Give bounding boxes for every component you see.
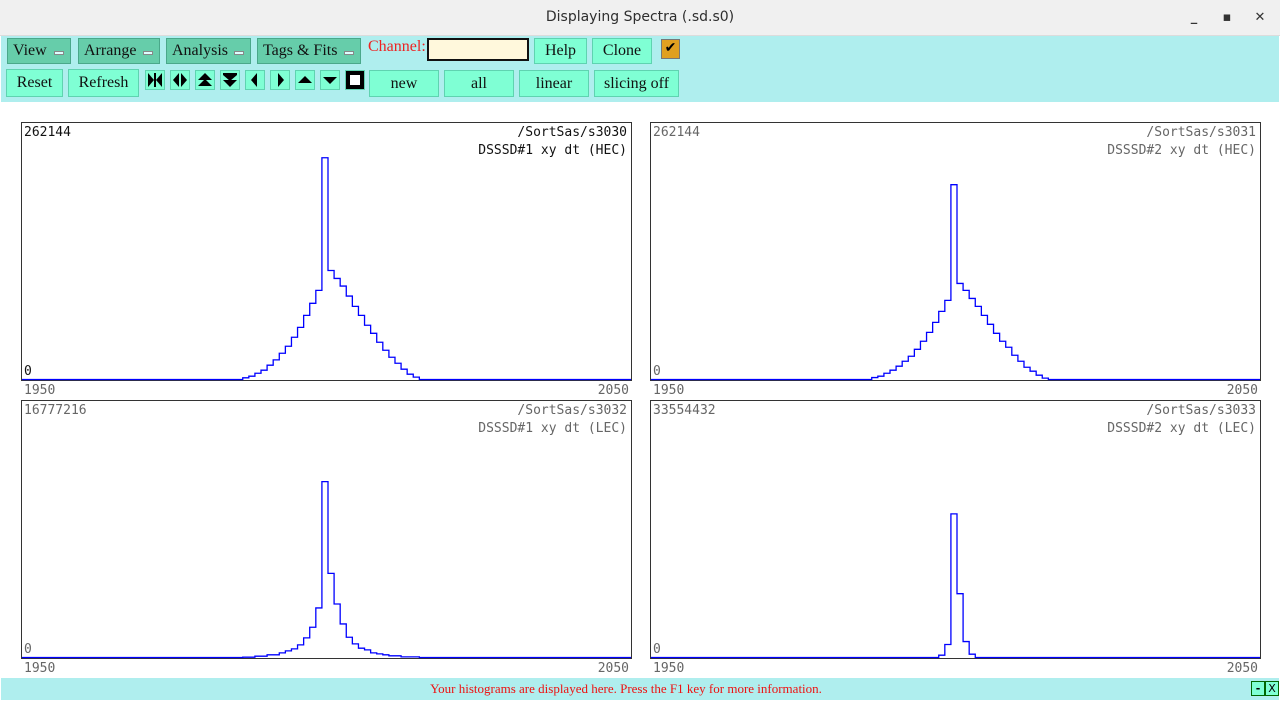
menu-indicator-icon: [143, 51, 153, 55]
scroll-right-icon: [278, 73, 284, 87]
refresh-button[interactable]: Refresh: [68, 69, 139, 97]
scroll-up-button[interactable]: [295, 70, 315, 90]
scroll-right-button[interactable]: [270, 70, 290, 90]
x-tick-label: 1950: [653, 661, 685, 676]
reset-button[interactable]: Reset: [6, 69, 63, 97]
view-menu-label: View: [13, 42, 47, 59]
channel-label: Channel:: [368, 38, 426, 55]
histogram-plot: [651, 184, 1260, 381]
x-tick-label: 1950: [24, 661, 56, 676]
slicing-button[interactable]: slicing off: [594, 70, 679, 97]
shrink-vertical-icon: [223, 73, 237, 87]
channel-input[interactable]: [427, 38, 529, 61]
window-title: Displaying Spectra (.sd.s0): [545, 9, 735, 25]
histogram-series: [651, 184, 1260, 381]
histogram-plot: [22, 157, 631, 381]
analysis-menu[interactable]: Analysis: [166, 38, 251, 64]
maximize-icon[interactable]: ▪: [1217, 8, 1237, 28]
histogram-plot: [651, 513, 1260, 659]
expand-vertical-icon: [198, 73, 212, 86]
title-bar: Displaying Spectra (.sd.s0) _ ▪ ✕: [0, 0, 1280, 36]
toolbar: View Arrange Analysis Tags & Fits Channe…: [1, 36, 1279, 102]
shrink-horizontal-button[interactable]: [170, 70, 190, 90]
shrink-horizontal-icon: [173, 73, 187, 87]
square-button[interactable]: [345, 70, 365, 90]
histogram-series: [22, 480, 631, 659]
histogram-series: [651, 513, 1260, 659]
histogram-series: [22, 157, 631, 381]
analysis-menu-label: Analysis: [172, 42, 228, 59]
checkbox[interactable]: ✔: [661, 39, 680, 59]
linear-button[interactable]: linear: [519, 70, 589, 97]
clone-button[interactable]: Clone: [592, 38, 652, 64]
new-button[interactable]: new: [369, 70, 439, 97]
status-close-button[interactable]: X: [1265, 681, 1279, 696]
x-tick-label: 2050: [597, 661, 629, 676]
view-menu[interactable]: View: [7, 38, 71, 64]
x-tick-label: 2050: [1226, 383, 1258, 398]
tags-fits-menu[interactable]: Tags & Fits: [257, 38, 361, 64]
spectrum-panel[interactable]: 16777216/SortSas/s3032 DSSSD#1 xy dt (LEC…: [21, 400, 632, 676]
help-button[interactable]: Help: [534, 38, 587, 64]
scroll-down-icon: [323, 77, 337, 84]
status-minimize-button[interactable]: -: [1251, 681, 1265, 696]
minimize-icon[interactable]: _: [1184, 8, 1204, 28]
scroll-left-icon: [251, 73, 257, 87]
x-tick-label: 2050: [1226, 661, 1258, 676]
spectrum-panel[interactable]: 33554432/SortSas/s3033 DSSSD#2 xy dt (LEC…: [650, 400, 1261, 676]
expand-horizontal-button[interactable]: [145, 70, 165, 90]
status-bar: Your histograms are displayed here. Pres…: [1, 678, 1279, 700]
scroll-down-button[interactable]: [320, 70, 340, 90]
expand-horizontal-icon: [148, 73, 162, 87]
x-tick-label: 1950: [24, 383, 56, 398]
tags-fits-menu-label: Tags & Fits: [263, 42, 338, 59]
x-tick-label: 2050: [597, 383, 629, 398]
scroll-left-button[interactable]: [245, 70, 265, 90]
expand-vertical-button[interactable]: [195, 70, 215, 90]
spectrum-panel[interactable]: 262144/SortSas/s3030 DSSSD#1 xy dt (HEC) 0…: [21, 122, 632, 398]
spectrum-panel[interactable]: 262144/SortSas/s3031 DSSSD#2 xy dt (HEC) 0…: [650, 122, 1261, 398]
arrange-menu-label: Arrange: [84, 42, 137, 59]
square-icon: [350, 75, 360, 85]
menu-indicator-icon: [234, 51, 244, 55]
status-message: Your histograms are displayed here. Pres…: [430, 681, 822, 696]
histogram-plot: [22, 480, 631, 659]
all-button[interactable]: all: [444, 70, 514, 97]
shrink-vertical-button[interactable]: [220, 70, 240, 90]
scroll-up-icon: [298, 76, 312, 83]
close-icon[interactable]: ✕: [1250, 8, 1270, 28]
menu-indicator-icon: [54, 51, 64, 55]
menu-indicator-icon: [344, 51, 354, 55]
arrange-menu[interactable]: Arrange: [78, 38, 160, 64]
x-tick-label: 1950: [653, 383, 685, 398]
